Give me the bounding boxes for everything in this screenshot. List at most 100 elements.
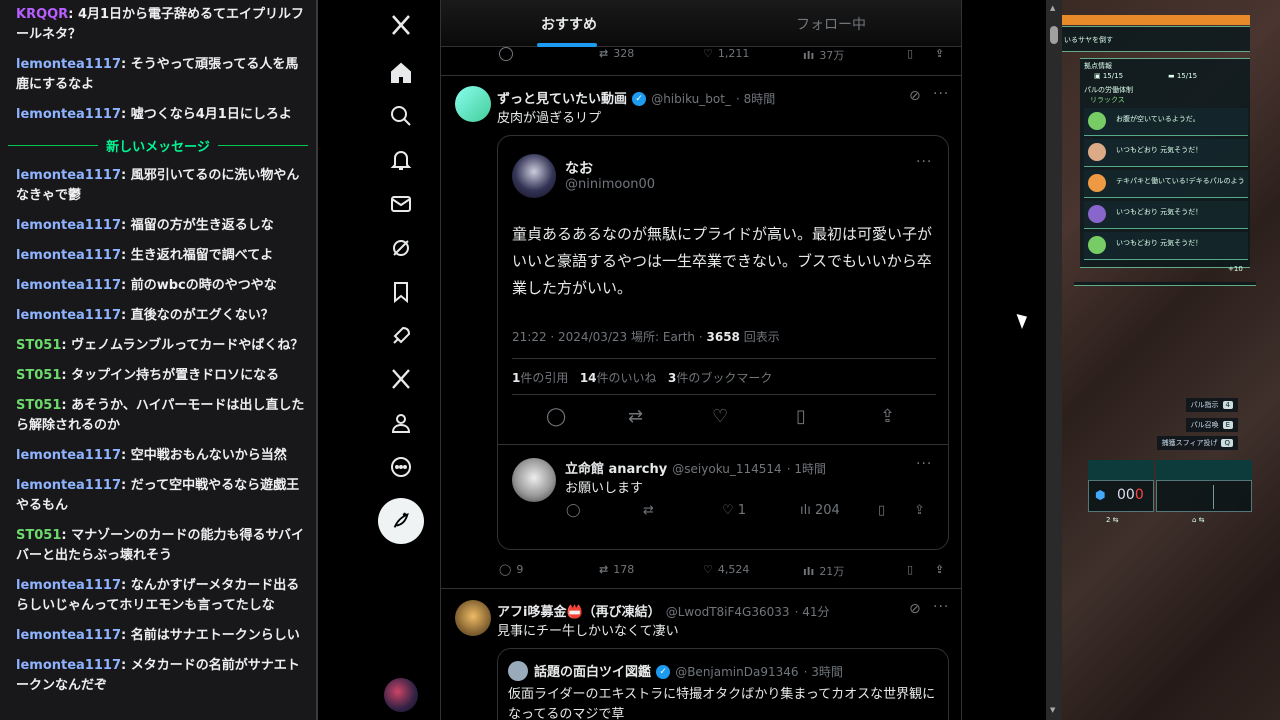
quoted-author-avatar[interactable] [508, 661, 528, 681]
scrollbar[interactable]: ▲ ▼ [1046, 0, 1062, 720]
bookmark-button[interactable]: ▯ [907, 47, 913, 60]
author-handle[interactable]: @hibiku_bot_ [651, 92, 731, 106]
quoted-author-avatar[interactable] [512, 154, 556, 198]
pal-status-row[interactable]: テキパキと働いている!デキるパルのよう [1084, 170, 1248, 198]
share-icon[interactable]: ⇪ [914, 503, 925, 518]
author-name[interactable]: ずっと見ていたい動画 [497, 92, 627, 107]
reply-button[interactable]: ◯ 9 [499, 563, 523, 576]
chat-username[interactable]: lemontea1117 [16, 57, 121, 72]
share-button[interactable]: ⇪ [935, 47, 944, 60]
quoted-author-handle[interactable]: @BenjaminDa91346 [675, 665, 798, 679]
chat-username[interactable]: lemontea1117 [16, 578, 121, 593]
quoted-author-name[interactable]: なお [565, 158, 593, 178]
quoted-tweet-card[interactable]: なお @ninimoon00 ··· 童貞あるあるなのが無駄にプライドが高い。最… [497, 135, 949, 550]
quoted-tweet-card[interactable]: 話題の面白ツイ図鑑 ✓ @BenjaminDa91346 · 3時間 仮面ライダ… [497, 648, 949, 720]
chat-text: タップイン持ちが置きドロソになる [71, 368, 280, 383]
profile-icon[interactable] [387, 409, 415, 437]
chat-username[interactable]: ST051 [16, 398, 61, 413]
chat-username[interactable]: lemontea1117 [16, 478, 121, 493]
chat-username[interactable]: lemontea1117 [16, 107, 121, 122]
views-button[interactable]: ılı 204 [800, 503, 840, 518]
more-options-icon[interactable]: ··· [933, 599, 949, 615]
tab-recommended[interactable]: おすすめ [541, 14, 597, 34]
chat-username[interactable]: lemontea1117 [16, 628, 121, 643]
quoted-author-name[interactable]: 話題の面白ツイ図鑑 [534, 665, 651, 680]
chat-message: ST051: マナゾーンのカードの能力も得るサバイバーと出たらぶっ壊れそう [0, 521, 316, 571]
retweet-button[interactable]: ⇄ 178 [599, 563, 634, 576]
author-name[interactable]: アフi哆募金📛（再び凍結） [497, 605, 661, 620]
pal-status-row[interactable]: いつもどおり 元気そうだ！ [1084, 201, 1248, 229]
views-button[interactable]: ılı 37万 [803, 47, 844, 63]
premium-x-icon[interactable] [387, 365, 415, 393]
more-options-icon[interactable]: ··· [933, 86, 949, 102]
search-icon[interactable] [387, 102, 415, 130]
quoted-more-icon[interactable]: ··· [916, 154, 932, 170]
likes-label[interactable]: 件のいいね [597, 371, 657, 385]
retweet-button[interactable]: ⇄ 328 [599, 47, 634, 60]
reply-icon[interactable]: ◯ [566, 503, 581, 518]
notifications-bell-icon[interactable] [387, 146, 415, 174]
tweet-time[interactable]: · 41分 [795, 605, 830, 619]
chat-username[interactable]: ST051 [16, 528, 61, 543]
chat-username[interactable]: lemontea1117 [16, 248, 121, 263]
bookmarks-icon[interactable] [387, 278, 415, 306]
quotes-label[interactable]: 件の引用 [520, 371, 568, 385]
chat-username[interactable]: ST051 [16, 338, 61, 353]
chat-username[interactable]: lemontea1117 [16, 278, 121, 293]
chat-username[interactable]: KRQQR [16, 7, 68, 22]
rocket-icon[interactable] [387, 322, 415, 350]
bookmark-icon[interactable]: ▯ [796, 406, 806, 427]
share-icon[interactable]: ⇪ [880, 406, 895, 427]
tweet-time[interactable]: · 8時間 [736, 92, 775, 106]
author-handle[interactable]: @LwodT8iF4G36033 [666, 605, 790, 619]
scroll-down-arrow-icon[interactable]: ▼ [1050, 706, 1055, 714]
reply-icon[interactable]: ◯ [546, 406, 566, 427]
compose-post-button[interactable] [378, 498, 424, 544]
reply-button[interactable] [499, 47, 513, 61]
tweet-timestamp[interactable]: 21:22 · 2024/03/23 場所: Earth · [512, 330, 707, 344]
work-mode-value[interactable]: リラックス [1090, 95, 1125, 105]
chat-username[interactable]: ST051 [16, 368, 61, 383]
reply-author-avatar[interactable] [512, 458, 556, 502]
scrollbar-thumb[interactable] [1050, 26, 1058, 44]
chat-username[interactable]: lemontea1117 [16, 218, 121, 233]
author-avatar[interactable] [455, 600, 491, 636]
share-button[interactable]: ⇪ [935, 563, 944, 576]
like-button[interactable]: ♡ 1,211 [703, 47, 749, 60]
messages-mail-icon[interactable] [387, 190, 415, 218]
chat-username[interactable]: lemontea1117 [16, 448, 121, 463]
chat-username[interactable]: lemontea1117 [16, 308, 121, 323]
chat-username[interactable]: lemontea1117 [16, 658, 121, 673]
tweet[interactable]: アフi哆募金📛（再び凍結） @LwodT8iF4G36033 · 41分 ⊘ ·… [441, 588, 961, 720]
bookmark-icon[interactable]: ▯ [878, 503, 885, 518]
reply-time[interactable]: · 1時間 [787, 462, 826, 476]
more-circle-icon[interactable] [387, 453, 415, 481]
pal-status-row[interactable]: いつもどおり 元気そうだ！ [1084, 232, 1248, 260]
home-icon[interactable] [387, 59, 415, 87]
bookmark-button[interactable]: ▯ [907, 563, 913, 576]
scroll-up-arrow-icon[interactable]: ▲ [1050, 4, 1055, 12]
views-button[interactable]: ılı 21万 [803, 563, 844, 579]
retweet-icon[interactable]: ⇄ [628, 406, 643, 427]
heart-icon[interactable]: ♡ [712, 406, 728, 427]
quoted-author-handle[interactable]: @ninimoon00 [565, 177, 655, 192]
chat-username[interactable]: lemontea1117 [16, 168, 121, 183]
reply-more-icon[interactable]: ··· [916, 456, 932, 472]
pal-status-row[interactable]: いつもどおり 元気そうだ！ [1084, 139, 1248, 167]
like-button[interactable]: ♡ 4,524 [703, 563, 749, 576]
bookmarks-label[interactable]: 件のブックマーク [676, 371, 772, 385]
pal-status-row[interactable]: お腹が空いているようだ。 [1084, 108, 1248, 136]
grok-icon[interactable]: ⊘ [909, 88, 922, 104]
like-button[interactable]: ♡ 1 [722, 503, 746, 518]
author-avatar[interactable] [455, 86, 491, 122]
quoted-time[interactable]: · 3時間 [804, 665, 843, 679]
grok-icon[interactable] [387, 234, 415, 262]
grok-icon[interactable]: ⊘ [909, 601, 922, 617]
tab-following[interactable]: フォロー中 [796, 14, 866, 34]
x-logo-icon[interactable] [387, 11, 415, 39]
tweet[interactable]: ずっと見ていたい動画 ✓ @hibiku_bot_ · 8時間 ⊘ ··· 皮肉… [441, 75, 961, 588]
reply-author-name[interactable]: 立命館 anarchy [565, 462, 667, 477]
account-avatar[interactable] [384, 678, 418, 712]
reply-author-handle[interactable]: @seiyoku_114514 [672, 462, 781, 476]
retweet-icon[interactable]: ⇄ [643, 503, 654, 518]
